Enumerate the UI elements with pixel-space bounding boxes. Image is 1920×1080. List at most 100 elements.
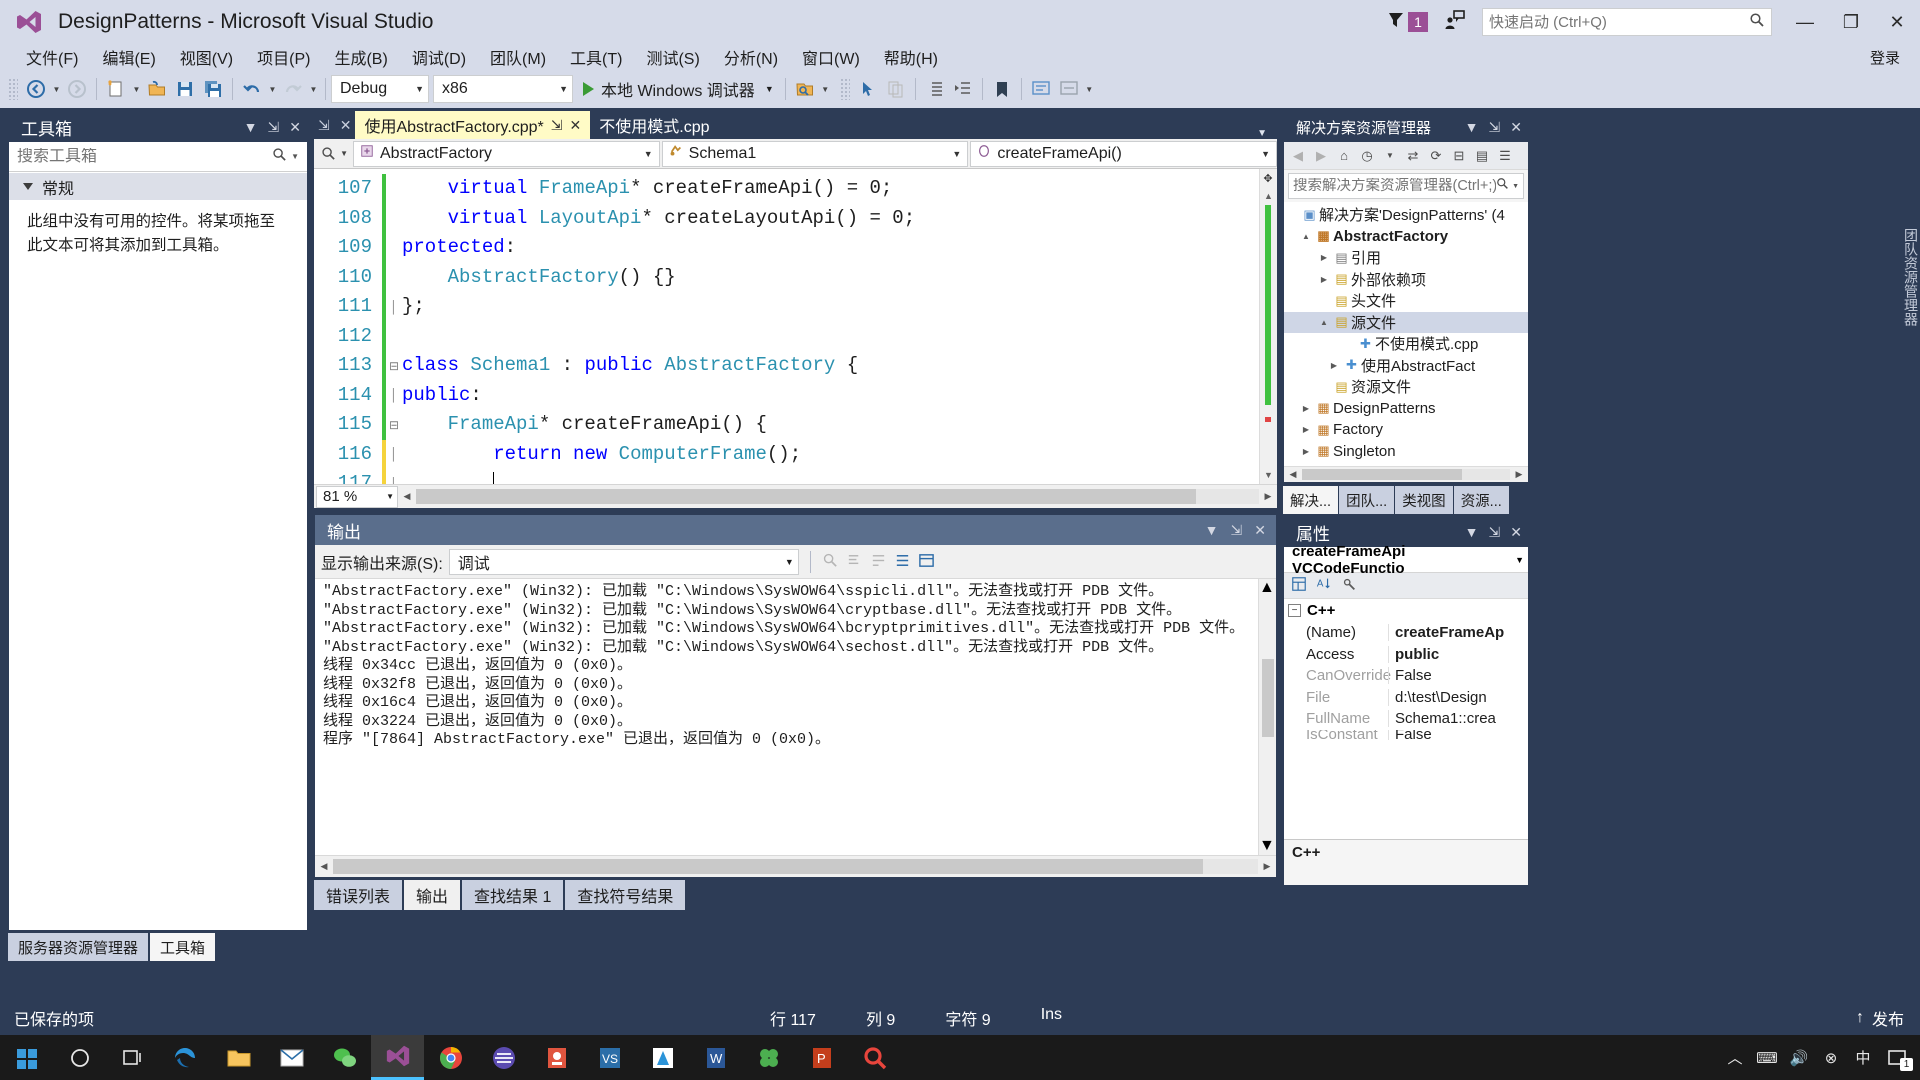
dock-tab-error-list[interactable]: 错误列表	[314, 880, 403, 910]
tray-network-icon[interactable]: ⊗	[1816, 1035, 1846, 1080]
dock-tab-find-symbol-results[interactable]: 查找符号结果	[565, 880, 686, 910]
new-project-icon[interactable]	[102, 74, 130, 104]
tree-item-header-files[interactable]: ▤ 头文件	[1284, 290, 1528, 312]
pin-icon[interactable]: ⇲	[551, 117, 563, 134]
collapse-icon[interactable]: −	[1288, 604, 1301, 617]
dock-tab-solution-explorer[interactable]: 解决...	[1283, 486, 1339, 514]
menu-edit[interactable]: 编辑(E)	[90, 43, 167, 71]
find-message-icon[interactable]	[822, 552, 840, 572]
redo-icon[interactable]	[279, 74, 307, 104]
close-icon[interactable]: ✕	[1510, 524, 1522, 541]
minimize-button[interactable]: —	[1782, 0, 1828, 44]
pin-icon[interactable]: ⇲	[1489, 119, 1501, 136]
menu-file[interactable]: 文件(F)	[14, 43, 90, 71]
property-value[interactable]: Schema1::crea	[1388, 710, 1528, 728]
scroll-left-icon[interactable]: ◀	[1284, 469, 1302, 480]
toggle-wordwrap-icon[interactable]	[870, 552, 888, 572]
new-project-dropdown[interactable]: ▼	[130, 74, 143, 104]
tray-expand-icon[interactable]: ︿	[1720, 1035, 1750, 1080]
tree-item-source-files[interactable]: ▲ ▤ 源文件	[1284, 311, 1528, 333]
property-pages-icon[interactable]	[1340, 576, 1358, 595]
indent-lines-icon[interactable]	[921, 74, 949, 104]
scroll-left-icon[interactable]: ◀	[398, 491, 416, 502]
properties-icon[interactable]: ☰	[1496, 148, 1514, 164]
taskbar-word-icon[interactable]: W	[689, 1035, 742, 1080]
nav-class-combo[interactable]: AbstractFactory ▼	[353, 140, 660, 167]
chevron-down-icon[interactable]: ▼	[765, 84, 774, 94]
platform-combo[interactable]: x86 ▼	[433, 75, 573, 103]
refresh-icon[interactable]: ⟳	[1427, 148, 1445, 164]
pin-icon[interactable]: ⇲	[1231, 522, 1243, 539]
close-icon[interactable]: ✕	[1254, 522, 1266, 539]
tree-item-project-abstractfactory[interactable]: ▲ ▦ AbstractFactory	[1284, 226, 1528, 248]
notifications[interactable]: 1	[1385, 9, 1428, 36]
taskbar-powerpoint-icon[interactable]: P	[795, 1035, 848, 1080]
menu-tools[interactable]: 工具(T)	[558, 43, 634, 71]
expand-icon[interactable]: ▶	[1316, 275, 1332, 284]
menu-team[interactable]: 团队(M)	[478, 43, 558, 71]
navigate-back-dropdown[interactable]: ▼	[50, 74, 63, 104]
expand-icon[interactable]: ▶	[1298, 404, 1314, 413]
solution-horizontal-scrollbar[interactable]: ◀ ▶	[1284, 466, 1528, 482]
close-icon[interactable]: ✕	[289, 119, 301, 136]
property-row[interactable]: File d:\test\Design	[1284, 687, 1528, 709]
tree-item-project-singleton[interactable]: ▶ ▦ Singleton	[1284, 441, 1528, 463]
toolbar-grip[interactable]	[8, 78, 18, 100]
chevron-down-icon[interactable]: ▼	[340, 149, 348, 158]
dock-tab-server-explorer[interactable]: 服务器资源管理器	[8, 933, 149, 961]
scroll-down-icon[interactable]: ▼	[1259, 837, 1276, 855]
scroll-left-icon[interactable]: ◀	[315, 861, 333, 872]
taskbar-file-explorer-icon[interactable]	[212, 1035, 265, 1080]
quick-launch-input[interactable]	[1489, 13, 1749, 31]
property-value[interactable]: createFrameAp	[1388, 624, 1528, 642]
fold-toggle-icon[interactable]: ⊟	[386, 410, 402, 440]
properties-object-combo[interactable]: createFrameApi VCCodeFunctio ▼	[1284, 543, 1528, 577]
dock-tab-class-view[interactable]: 类视图	[1395, 486, 1453, 514]
scroll-right-icon[interactable]: ▶	[1510, 469, 1528, 480]
property-value[interactable]: d:\test\Design	[1388, 688, 1528, 706]
back-icon[interactable]: ◀	[1289, 148, 1307, 164]
solution-tree[interactable]: ▣ 解决方案'DesignPatterns' (4 ▲ ▦ AbstractFa…	[1284, 202, 1528, 466]
taskbar-mail-icon[interactable]	[265, 1035, 318, 1080]
taskbar-visual-studio-icon[interactable]	[371, 1035, 424, 1080]
split-view-button[interactable]: ✥	[1260, 169, 1276, 187]
menu-project[interactable]: 项目(P)	[245, 43, 322, 71]
outdent-lines-icon[interactable]	[949, 74, 977, 104]
hscroll-track[interactable]	[416, 489, 1259, 504]
close-icon[interactable]: ✕	[1510, 119, 1522, 136]
undo-icon[interactable]	[238, 74, 266, 104]
taskbar-app-icon[interactable]	[477, 1035, 530, 1080]
home-icon[interactable]: ⌂	[1335, 148, 1353, 163]
pin-icon[interactable]: ⇲	[318, 117, 330, 134]
navigate-forward-icon[interactable]	[63, 74, 91, 104]
scroll-up-icon[interactable]: ▲	[1260, 187, 1277, 205]
cortana-search-icon[interactable]	[53, 1035, 106, 1080]
taskbar-app3-icon[interactable]	[636, 1035, 689, 1080]
menu-view[interactable]: 视图(V)	[168, 43, 245, 71]
nav-scope-combo[interactable]: Schema1 ▼	[661, 140, 969, 167]
fold-toggle-icon[interactable]: ⊟	[386, 351, 402, 381]
redo-dropdown[interactable]: ▼	[307, 74, 320, 104]
scroll-track[interactable]	[1260, 205, 1277, 466]
tree-item-resource-files[interactable]: ▤ 资源文件	[1284, 376, 1528, 398]
find-dropdown[interactable]: ▼	[819, 74, 832, 104]
solution-search-input[interactable]	[1293, 178, 1497, 194]
tree-item-external-dependencies[interactable]: ▶ ▤ 外部依赖项	[1284, 269, 1528, 291]
property-row[interactable]: CanOverride False	[1284, 665, 1528, 687]
code-text-area[interactable]: virtual FrameApi* createFrameApi() = 0; …	[402, 169, 1277, 484]
expand-icon[interactable]: ▶	[1298, 425, 1314, 434]
collapse-all-icon[interactable]: ⊟	[1450, 148, 1468, 164]
toolbox-search[interactable]: ▼	[9, 142, 307, 172]
taskbar-wechat-icon[interactable]	[318, 1035, 371, 1080]
go-to-message-icon[interactable]	[894, 552, 912, 572]
property-row[interactable]: FullName Schema1::crea	[1284, 708, 1528, 730]
toolbar-overflow[interactable]: ▼	[1083, 74, 1096, 104]
start-debug-button[interactable]: 本地 Windows 调试器 ▼	[577, 77, 780, 101]
show-all-files-icon[interactable]: ▤	[1473, 148, 1491, 164]
configuration-combo[interactable]: Debug ▼	[331, 75, 429, 103]
taskbar-edge-icon[interactable]	[159, 1035, 212, 1080]
taskbar-search-app-icon[interactable]	[848, 1035, 901, 1080]
clear-all-icon[interactable]	[846, 552, 864, 572]
collapse-icon[interactable]: ▲	[1298, 232, 1314, 241]
taskbar-chrome-icon[interactable]	[424, 1035, 477, 1080]
